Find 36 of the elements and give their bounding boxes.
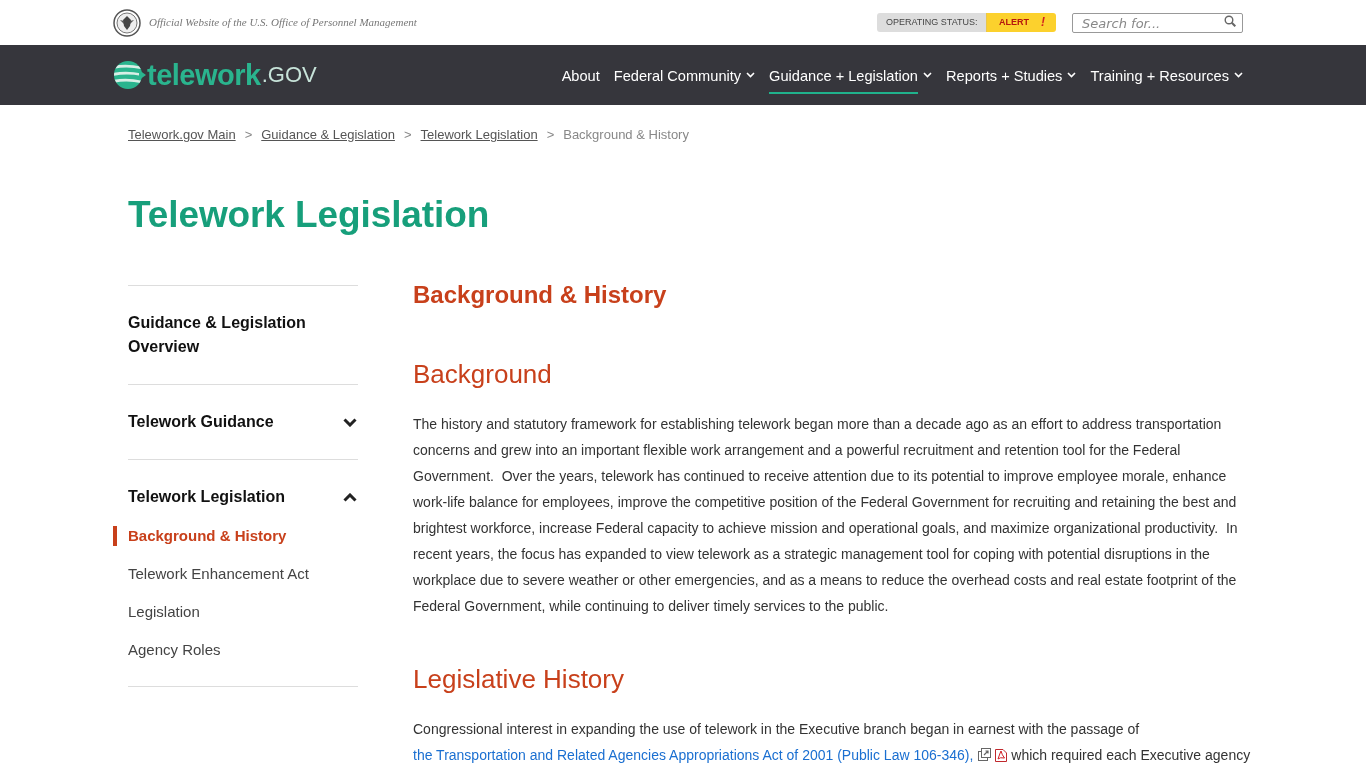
- nav-link[interactable]: Guidance + Legislation: [769, 56, 932, 94]
- search-field[interactable]: Search for...: [1072, 13, 1243, 33]
- operating-status-label: OPERATING STATUS:: [877, 13, 987, 32]
- nav-link[interactable]: Training + Resources: [1090, 56, 1243, 94]
- search-icon[interactable]: [1224, 14, 1236, 27]
- sidebar-link[interactable]: Legislation: [113, 602, 200, 622]
- nav-link[interactable]: Reports + Studies: [946, 56, 1077, 94]
- sidebar-link[interactable]: Telework Guidance: [128, 410, 274, 434]
- chevron-up-icon[interactable]: [343, 492, 357, 502]
- globe-icon: [113, 60, 147, 90]
- section-title: Background & History: [413, 280, 668, 310]
- section-heading: Background: [413, 358, 553, 390]
- body-paragraph: Congressional interest in expanding the use of telework in the Executive branch began in earnest with the passage of the Transportation and Related Agencies Appropriations Act of 2001 (Public Law 106-346), which required each Executive agency: [413, 720, 1252, 765]
- section-heading: Legislative History: [413, 663, 625, 695]
- sidebar-link[interactable]: Guidance & Legislation Overview: [128, 311, 358, 359]
- sidebar-link[interactable]: Agency Roles: [113, 640, 221, 660]
- chevron-down-icon[interactable]: [343, 417, 357, 427]
- breadcrumb-separator: >: [403, 126, 412, 144]
- sidebar-link[interactable]: Background & History: [113, 526, 287, 546]
- nav-link[interactable]: About: [561, 56, 600, 94]
- body-paragraph: The history and statutory framework for establishing telework began more than a decade ago as an effort to address transportation concerns and grew into an important flexible work arrangement and a powerful recruitment and retention tool for the Federal Government. Over the years, telework has continued to receive attention due to its potential to improve employee morale, enhance work-life balance for employees, improve the competitive position of the Federal Government for recruiting and retaining the best and brightest workforce, increase Federal capacity to achieve mission and operational goals, and maximize organizational productivity. In recent years, the focus has expanded to view telework as a strategic management tool for coping with potential disruptions in the workplace due to severe weather or other emergencies, and as a means to reduce the overhead costs and real estate footprint of the Federal Government, while continuing to deliver timely services to the public.: [413, 415, 1239, 616]
- site-logo-link[interactable]: telework.GOV: [113, 60, 317, 90]
- breadcrumb-separator: >: [244, 126, 253, 144]
- breadcrumb-link[interactable]: Telework Legislation: [420, 125, 538, 145]
- breadcrumb-link[interactable]: Telework.gov Main: [128, 125, 236, 145]
- breadcrumb-separator: >: [546, 126, 555, 144]
- text-link[interactable]: the Transportation and Related Agencies Appropriations Act of 2001 (Public Law 106-346),: [413, 747, 974, 763]
- site-tagline: Official Website of the U.S. Office of Personnel Management: [149, 15, 417, 31]
- breadcrumb-link[interactable]: Guidance & Legislation: [261, 125, 395, 145]
- sidebar-link[interactable]: Telework Legislation: [128, 485, 286, 509]
- nav-link[interactable]: Federal Community: [613, 56, 756, 94]
- seal-icon: [113, 8, 141, 37]
- page-title: Telework Legislation: [128, 193, 491, 237]
- breadcrumb-current: Background & History: [563, 126, 689, 144]
- sidebar-link[interactable]: Telework Enhancement Act: [113, 564, 309, 584]
- alert-status-link[interactable]: ALERT !: [987, 13, 1056, 32]
